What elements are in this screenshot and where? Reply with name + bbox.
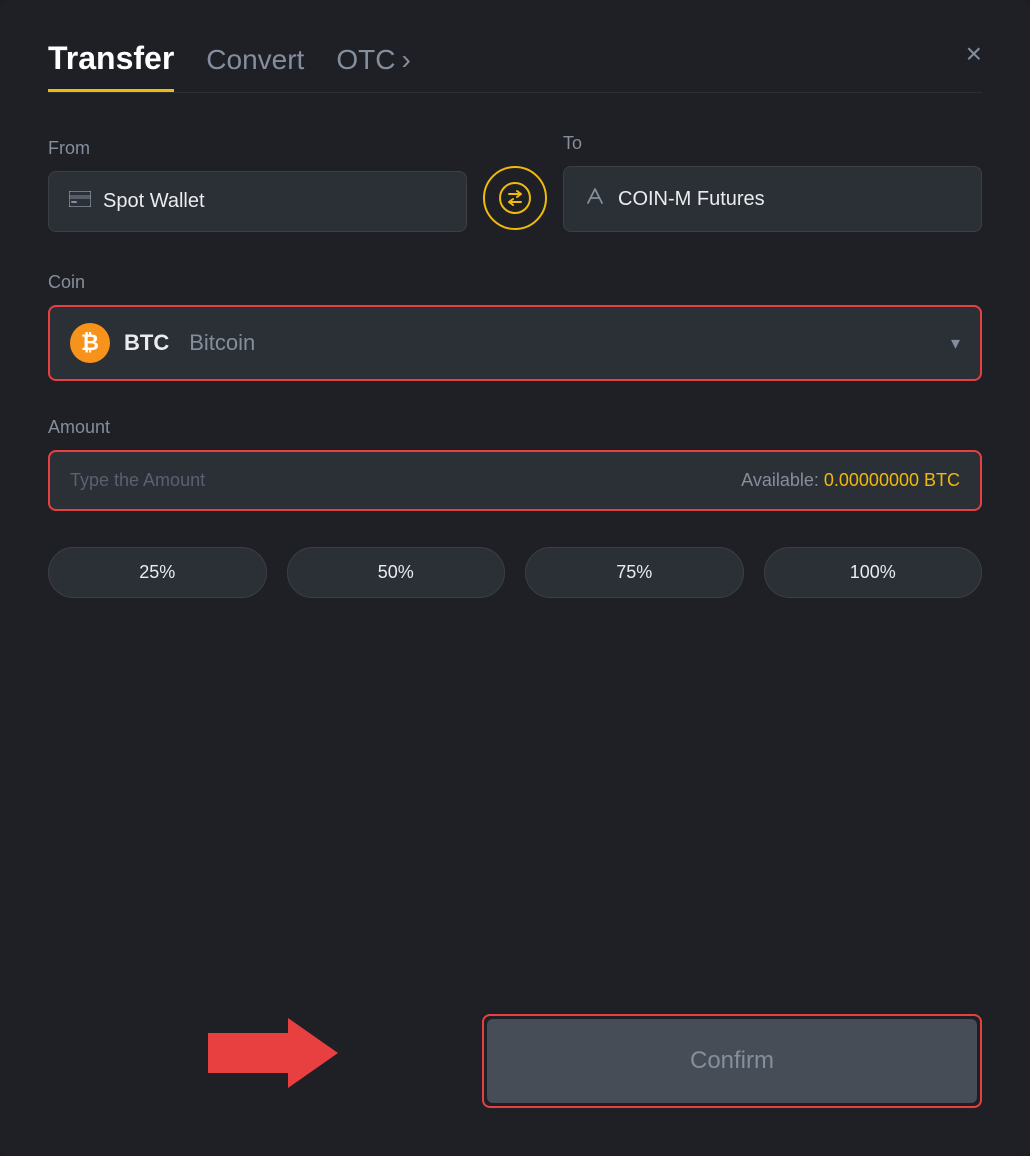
percent-100-button[interactable]: 100% <box>764 547 983 598</box>
transfer-modal: Transfer Convert OTC › × From Spot Walle… <box>0 0 1030 1156</box>
arrow-indicator <box>208 1013 338 1098</box>
amount-section: Amount Type the Amount Available: 0.0000… <box>48 417 982 511</box>
futures-icon <box>584 185 606 213</box>
chevron-down-icon: ▾ <box>951 333 960 354</box>
tab-transfer[interactable]: Transfer <box>48 40 174 92</box>
modal-header: Transfer Convert OTC › × <box>48 40 982 92</box>
percent-75-button[interactable]: 75% <box>525 547 744 598</box>
close-button[interactable]: × <box>966 40 982 68</box>
swap-button[interactable] <box>483 166 547 230</box>
amount-input-box[interactable]: Type the Amount Available: 0.00000000 BT… <box>48 450 982 511</box>
to-column: To COIN-M Futures <box>563 133 982 232</box>
header-divider <box>48 92 982 93</box>
wallet-icon <box>69 190 91 213</box>
from-wallet-name: Spot Wallet <box>103 190 205 213</box>
confirm-button-wrapper: Confirm <box>482 1014 982 1108</box>
coin-symbol: BTC <box>124 330 169 356</box>
percent-50-button[interactable]: 50% <box>287 547 506 598</box>
amount-available: Available: 0.00000000 BTC <box>741 470 960 491</box>
coin-section: Coin ₿ BTC Bitcoin ▾ <box>48 272 982 381</box>
from-column: From Spot Wallet <box>48 138 467 232</box>
transfer-row: From Spot Wallet To <box>48 133 982 232</box>
to-futures-name: COIN-M Futures <box>618 188 765 211</box>
coin-fullname: Bitcoin <box>189 330 255 356</box>
amount-available-value: 0.00000000 BTC <box>824 470 960 490</box>
tab-otc[interactable]: OTC › <box>336 44 410 88</box>
coin-selector[interactable]: ₿ BTC Bitcoin ▾ <box>48 305 982 381</box>
percent-25-button[interactable]: 25% <box>48 547 267 598</box>
to-futures-selector[interactable]: COIN-M Futures <box>563 166 982 232</box>
to-label: To <box>563 133 982 154</box>
coin-label: Coin <box>48 272 982 293</box>
amount-placeholder: Type the Amount <box>70 470 205 491</box>
from-label: From <box>48 138 467 159</box>
bottom-area: Confirm <box>48 974 982 1108</box>
tab-convert[interactable]: Convert <box>206 44 304 88</box>
btc-icon: ₿ <box>70 323 110 363</box>
from-wallet-selector[interactable]: Spot Wallet <box>48 171 467 232</box>
percent-row: 25% 50% 75% 100% <box>48 547 982 598</box>
amount-label: Amount <box>48 417 982 438</box>
confirm-button[interactable]: Confirm <box>487 1019 977 1103</box>
chevron-right-icon: › <box>401 44 410 76</box>
